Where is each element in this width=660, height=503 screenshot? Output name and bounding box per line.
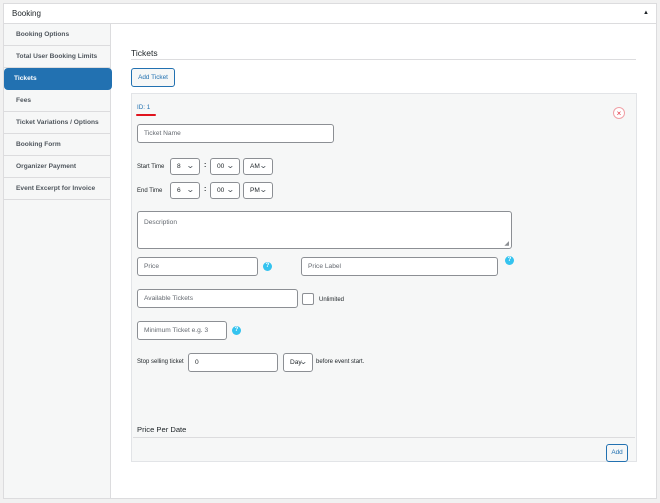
sidebar-item-tickets[interactable]: Tickets [4,68,112,90]
sidebar-item-fees[interactable]: Fees [4,90,110,112]
price-label-input[interactable]: Price Label [301,257,498,276]
end-hour-value: 6 [177,187,181,194]
ticket-card: ID: 1 × Ticket Name Start Time 8 ⌄ : 00 … [131,93,637,462]
panel-header[interactable]: Booking ▲ [4,4,656,24]
chevron-down-icon: ⌄ [259,161,269,170]
id-underline-marker [136,114,156,116]
sidebar-item-ticket-variations[interactable]: Ticket Variations / Options [4,112,110,134]
sidebar-item-total-user-booking-limits[interactable]: Total User Booking Limits [4,46,110,68]
available-tickets-input[interactable]: Available Tickets [137,289,298,308]
chevron-down-icon: ⌄ [186,185,196,194]
price-help-icon[interactable]: ? [263,262,272,271]
description-placeholder: Description [144,219,177,226]
remove-ticket-icon[interactable]: × [613,107,625,119]
collapse-arrow-icon[interactable]: ▲ [643,10,649,16]
stop-selling-suffix: before event start. [316,359,365,365]
end-time-label: End Time [137,188,163,194]
sidebar-item-organizer-payment[interactable]: Organizer Payment [4,156,110,178]
stop-selling-value-input[interactable]: 0 [188,353,278,372]
section-divider [131,59,636,60]
start-hour-value: 8 [177,163,181,170]
sidebar-item-booking-options[interactable]: Booking Options [4,24,110,46]
end-minute-value: 00 [217,187,225,194]
price-label-help-icon[interactable]: ? [505,256,514,265]
end-hour-select[interactable]: 6 ⌄ [170,182,200,199]
sidebar-item-event-excerpt-invoice[interactable]: Event Excerpt for Invoice [4,178,110,200]
resize-grip-icon[interactable]: ◢ [504,240,509,247]
start-minute-select[interactable]: 00 ⌄ [210,158,240,175]
chevron-down-icon: ⌄ [226,161,236,170]
price-per-date-title: Price Per Date [137,425,187,434]
price-input[interactable]: Price [137,257,258,276]
chevron-down-icon: ⌄ [226,185,236,194]
chevron-down-icon: ⌄ [186,161,196,170]
start-hour-select[interactable]: 8 ⌄ [170,158,200,175]
ticket-name-input[interactable]: Ticket Name [137,124,334,143]
sidebar-item-booking-form[interactable]: Booking Form [4,134,110,156]
unlimited-label: Unlimited [319,297,345,303]
minimum-ticket-input[interactable]: Minimum Ticket e.g. 3 [137,321,227,340]
end-ampm-select[interactable]: PM ⌄ [243,182,273,199]
sidebar: Booking Options Total User Booking Limit… [4,24,112,498]
ticket-id: ID: 1 [137,104,151,111]
minimum-ticket-help-icon[interactable]: ? [232,326,241,335]
end-time-colon: : [204,186,207,193]
chevron-down-icon: ⌄ [299,357,309,366]
description-textarea[interactable]: Description ◢ [137,211,512,249]
start-time-colon: : [204,162,207,169]
stop-selling-unit-select[interactable]: Day ⌄ [283,353,313,372]
chevron-down-icon: ⌄ [259,185,269,194]
booking-panel: Booking ▲ Booking Options Total User Boo… [3,3,657,499]
add-ticket-button[interactable]: Add Ticket [131,68,175,87]
section-title: Tickets [131,48,158,58]
start-ampm-select[interactable]: AM ⌄ [243,158,273,175]
unlimited-checkbox[interactable] [302,293,314,305]
end-minute-select[interactable]: 00 ⌄ [210,182,240,199]
add-price-date-button[interactable]: Add [606,444,628,462]
start-minute-value: 00 [217,163,225,170]
price-per-date-divider [133,437,635,438]
panel-title: Booking [12,9,41,18]
main-content: Tickets Add Ticket ID: 1 × Ticket Name S… [111,24,656,498]
stop-selling-label: Stop selling ticket [137,359,184,365]
start-time-label: Start Time [137,164,165,170]
